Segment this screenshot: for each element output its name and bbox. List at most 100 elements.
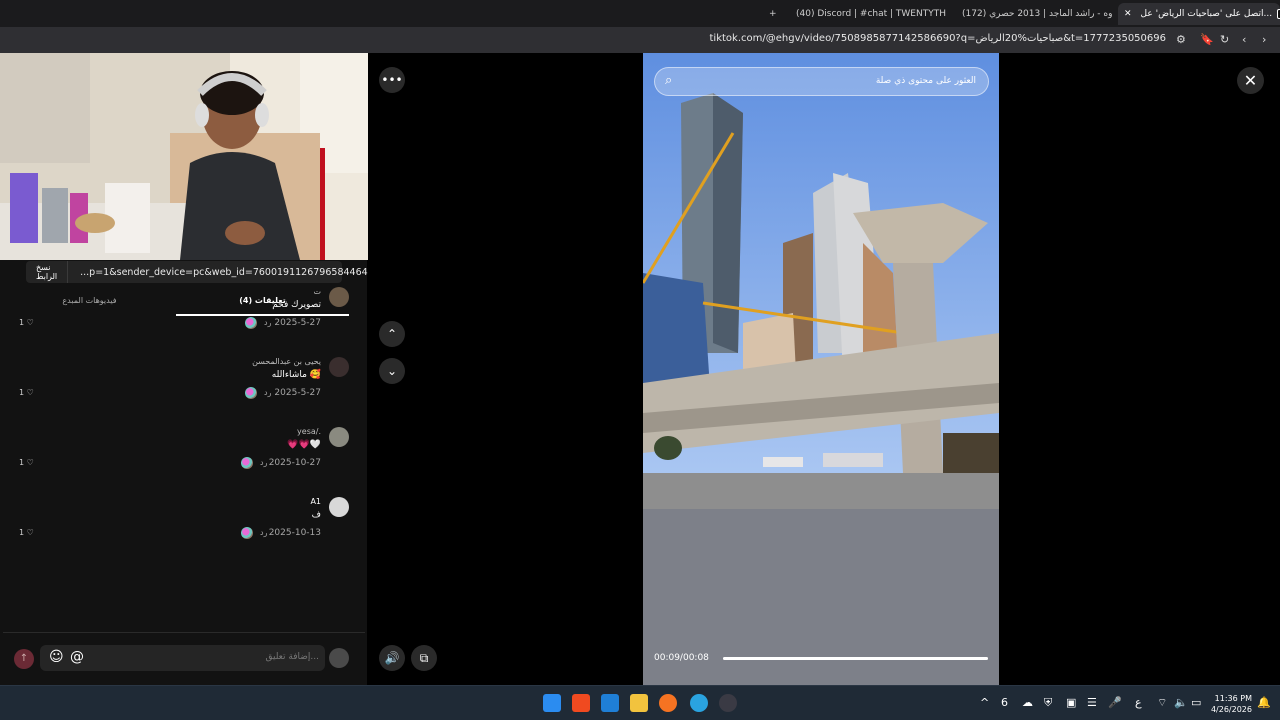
tab-tiktok[interactable]: ✕ اتصل على 'صباحيات الرياض' عل... xyxy=(1118,3,1280,25)
clock[interactable]: 11:36 PM 4/26/2026 xyxy=(1211,693,1252,715)
vscode-icon[interactable] xyxy=(601,694,619,712)
volume-button[interactable]: 🔊 xyxy=(379,645,405,671)
forward-icon[interactable]: › xyxy=(1262,33,1266,46)
more-icon: ••• xyxy=(381,73,403,87)
video-progress-bar[interactable] xyxy=(723,657,988,660)
avatar[interactable] xyxy=(329,357,349,377)
clock-time: 11:36 PM xyxy=(1214,694,1252,703)
chevron-up-icon[interactable]: ^ xyxy=(980,696,989,709)
emoji-icon[interactable]: ☺ xyxy=(49,649,64,665)
like-count: 1 xyxy=(19,318,25,327)
comment-date: 2025-5-27 xyxy=(274,388,321,398)
comment-item: yesa/. 💗💗🤍 2025-10-27 رد 1 ♡ xyxy=(0,427,367,491)
comment-author[interactable]: يحيى بن عبدالمحسن xyxy=(252,357,321,366)
address-bar: tiktok.com/@ehgv/video/75089858771425866… xyxy=(0,27,1280,53)
clock-date: 4/26/2026 xyxy=(1210,705,1252,714)
comment-input[interactable]: ☺ @ إضافة تعليق... xyxy=(40,645,325,671)
language-indicator[interactable]: ع xyxy=(1135,696,1142,709)
tray-badge[interactable]: 6 xyxy=(1001,696,1008,709)
microphone-icon[interactable]: 🎤 xyxy=(1108,696,1122,709)
chevron-up-icon: ⌃ xyxy=(386,327,398,341)
reply-button[interactable]: رد xyxy=(260,458,267,467)
volume-icon[interactable]: 🔈 xyxy=(1174,696,1188,709)
brave-browser-icon[interactable] xyxy=(572,694,590,712)
new-tab-button[interactable]: + xyxy=(769,3,781,25)
app-icon[interactable] xyxy=(659,694,677,712)
previous-video-button[interactable]: ⌃ xyxy=(379,321,405,347)
close-button[interactable]: ✕ xyxy=(1237,67,1264,94)
shield-icon[interactable]: ⛨ xyxy=(1044,696,1052,710)
creator-liked-icon xyxy=(241,457,253,469)
heart-icon: ♡ xyxy=(26,388,34,397)
comment-item: يحيى بن عبدالمحسن ماشاءالله 🥰 2025-5-27 … xyxy=(0,357,367,421)
back-icon[interactable]: ‹ xyxy=(1242,33,1246,46)
tab-youtube[interactable]: (172) غروه - راشد الماجد | 2013 حصري xyxy=(962,3,1112,25)
comment-author[interactable]: ت xyxy=(313,287,321,296)
app-tray-icon[interactable]: ▣ xyxy=(1066,696,1076,709)
send-button[interactable]: ↑ xyxy=(14,649,34,669)
comment-text: ماشاءالله 🥰 xyxy=(271,370,321,380)
video-time: 00:09/00:08 xyxy=(654,653,709,663)
reply-button[interactable]: رد xyxy=(264,318,271,327)
copy-link-button[interactable]: نسخ الرابط xyxy=(26,261,69,283)
picture-in-picture-button[interactable]: ⧉ xyxy=(411,645,437,671)
comment-text: ف xyxy=(311,510,321,520)
next-video-button[interactable]: ⌄ xyxy=(379,358,405,384)
arrow-up-icon: ↑ xyxy=(19,653,29,664)
comment-item: A1 ف 2025-10-13 رد 1 ♡ xyxy=(0,497,367,561)
comment-placeholder: إضافة تعليق... xyxy=(265,652,319,662)
like-button[interactable]: 1 ♡ xyxy=(19,528,34,537)
bookmark-icon[interactable]: 🔖 xyxy=(1200,33,1214,46)
like-button[interactable]: 1 ♡ xyxy=(19,318,34,327)
avatar[interactable] xyxy=(329,287,349,307)
url-field[interactable]: tiktok.com/@ehgv/video/75089858771425866… xyxy=(710,33,1166,44)
comment-author[interactable]: A1 xyxy=(310,497,321,506)
like-button[interactable]: 1 ♡ xyxy=(19,388,34,397)
search-placeholder: العثور على محتوى ذي صلة xyxy=(875,76,976,86)
wifi-icon[interactable]: ⌔ xyxy=(1157,696,1167,710)
avatar[interactable] xyxy=(329,427,349,447)
telegram-icon[interactable] xyxy=(690,694,708,712)
avatar xyxy=(329,648,349,668)
windows-start-icon[interactable] xyxy=(543,694,561,712)
heart-icon: ♡ xyxy=(26,318,34,327)
creator-liked-icon xyxy=(241,527,253,539)
chevron-down-icon: ⌄ xyxy=(386,364,398,378)
tab-label: (40) Discord | #chat | TWENTYTHE xyxy=(796,9,946,19)
share-url: ...p=1&sender_device=pc&web_id=760019112… xyxy=(80,266,368,278)
like-count: 1 xyxy=(19,528,25,537)
divider xyxy=(3,632,365,633)
comment-date: 2025-10-27 xyxy=(268,458,321,468)
battery-icon[interactable]: ▭ xyxy=(1191,696,1201,709)
comment-item: ت تصويرك فخم 2025-5-27 رد 1 ♡ xyxy=(0,287,367,351)
progress-fill xyxy=(723,657,988,660)
heart-icon: ♡ xyxy=(26,458,34,467)
related-search-input[interactable]: ⌕ العثور على محتوى ذي صلة xyxy=(654,67,989,96)
avatar[interactable] xyxy=(329,497,349,517)
comment-author[interactable]: yesa/. xyxy=(297,427,321,436)
file-explorer-icon[interactable] xyxy=(630,694,648,712)
reply-button[interactable]: رد xyxy=(264,388,271,397)
webcam-image xyxy=(0,53,368,260)
creator-liked-icon xyxy=(245,317,257,329)
site-settings-icon[interactable]: ⚙ xyxy=(1176,33,1186,46)
comment-text: 💗💗🤍 xyxy=(287,440,321,450)
heart-icon: ♡ xyxy=(26,528,34,537)
search-icon[interactable]: ⌕ xyxy=(665,73,672,88)
like-button[interactable]: 1 ♡ xyxy=(19,458,34,467)
tab-close-icon[interactable]: ✕ xyxy=(1124,9,1132,19)
video-player[interactable]: ⌕ العثور على محتوى ذي صلة 00:09/00:08 xyxy=(643,53,999,685)
more-options-button[interactable]: ••• xyxy=(379,67,405,93)
mention-icon[interactable]: @ xyxy=(70,649,84,665)
creator-liked-icon xyxy=(245,387,257,399)
reply-button[interactable]: رد xyxy=(260,528,267,537)
notification-icon[interactable]: 🔔 xyxy=(1257,696,1271,709)
tab-label: اتصل على 'صباحيات الرياض' عل... xyxy=(1140,9,1273,19)
cloud-icon[interactable]: ☁ xyxy=(1022,696,1033,709)
reload-icon[interactable]: ↻ xyxy=(1220,33,1229,46)
app-icon[interactable] xyxy=(719,694,737,712)
tab-discord[interactable]: (40) Discord | #chat | TWENTYTHE xyxy=(796,3,946,25)
webcam-overlay xyxy=(0,53,368,260)
settings-icon[interactable]: ☰ xyxy=(1087,696,1097,709)
pip-icon: ⧉ xyxy=(419,650,429,665)
